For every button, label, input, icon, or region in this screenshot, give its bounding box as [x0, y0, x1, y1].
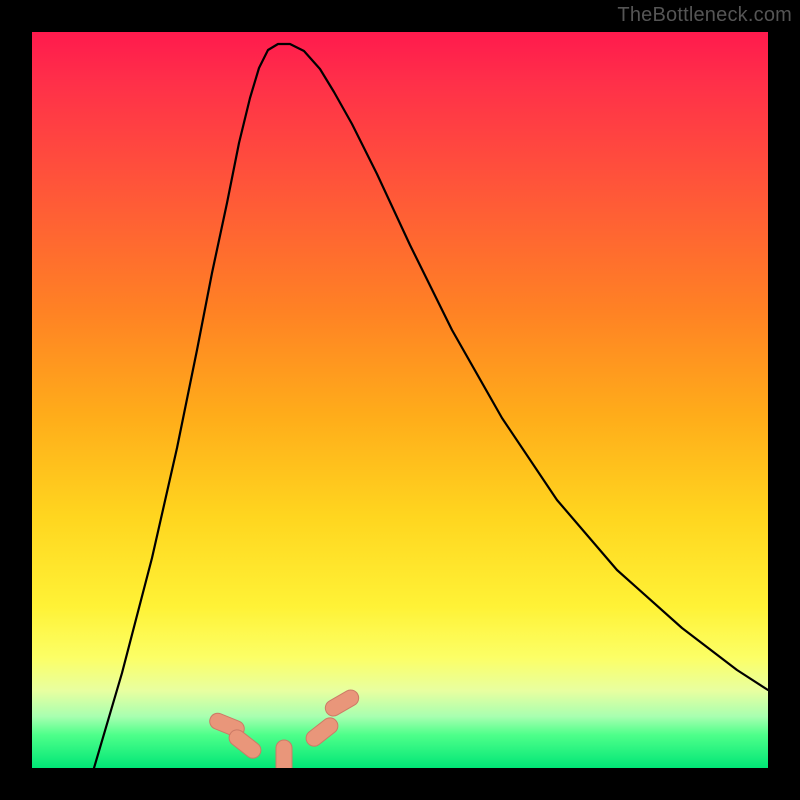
bottleneck-curve: [94, 44, 768, 768]
plot-area: [32, 32, 768, 768]
chart-frame: TheBottleneck.com: [0, 0, 800, 800]
chart-svg: [32, 32, 768, 768]
watermark-text: TheBottleneck.com: [617, 4, 792, 27]
marker-bottom: [276, 740, 292, 768]
marker-right-2: [322, 687, 361, 719]
marker-left-2: [226, 727, 264, 762]
marker-right-1: [303, 715, 341, 750]
curve-markers: [207, 687, 361, 768]
